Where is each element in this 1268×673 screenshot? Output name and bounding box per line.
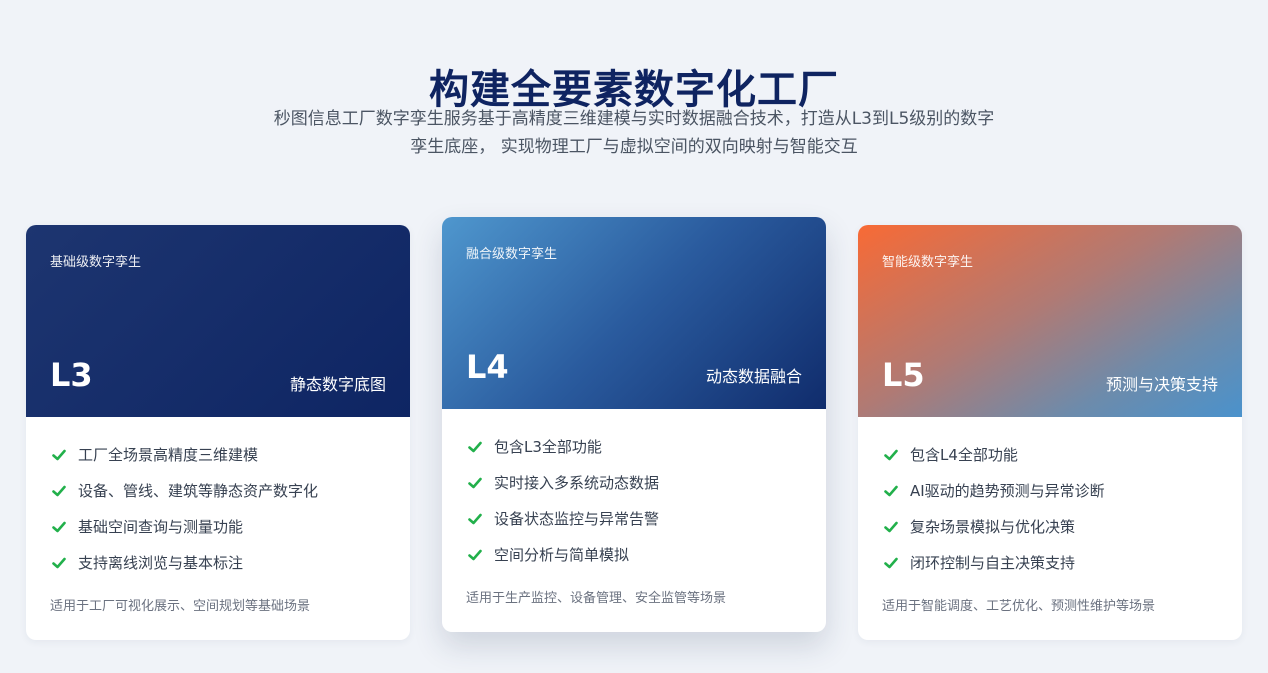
feature-item: 基础空间查询与测量功能	[50, 509, 386, 545]
feature-text: AI驱动的趋势预测与异常诊断	[910, 482, 1105, 500]
check-icon	[884, 449, 898, 461]
card-title: 动态数据融合	[705, 367, 802, 386]
card-scenario-note: 适用于智能调度、工艺优化、预测性维护等场景	[882, 599, 1156, 614]
card-l4[interactable]: 融合级数字孪生 L4 动态数据融合 包含L3全部功能 实时接入多系统动态数据 设…	[442, 217, 826, 632]
check-icon	[468, 477, 482, 489]
feature-item: 工厂全场景高精度三维建模	[50, 437, 386, 473]
feature-text: 包含L3全部功能	[494, 438, 602, 456]
feature-item: 复杂场景模拟与优化决策	[882, 509, 1218, 545]
feature-list: 工厂全场景高精度三维建模 设备、管线、建筑等静态资产数字化 基础空间查询与测量功…	[26, 417, 410, 581]
feature-text: 空间分析与简单模拟	[494, 546, 630, 564]
check-icon	[52, 449, 66, 461]
feature-text: 实时接入多系统动态数据	[494, 474, 660, 492]
card-tier-label: 智能级数字孪生	[882, 255, 974, 270]
feature-item: 设备、管线、建筑等静态资产数字化	[50, 473, 386, 509]
card-scenario-note: 适用于工厂可视化展示、空间规划等基础场景	[50, 599, 311, 614]
feature-item: 包含L3全部功能	[466, 429, 802, 465]
feature-item: 实时接入多系统动态数据	[466, 465, 802, 501]
check-icon	[884, 521, 898, 533]
check-icon	[884, 485, 898, 497]
check-icon	[468, 513, 482, 525]
feature-item: 支持离线浏览与基本标注	[50, 545, 386, 581]
card-tier-label: 基础级数字孪生	[50, 255, 142, 270]
card-tier-label: 融合级数字孪生	[466, 247, 558, 262]
check-icon	[468, 549, 482, 561]
check-icon	[884, 557, 898, 569]
card-level: L3	[50, 356, 93, 394]
check-icon	[468, 441, 482, 453]
subtitle-line-2: 孪生底座， 实现物理工厂与虚拟空间的双向映射与智能交互	[410, 137, 858, 157]
card-title: 预测与决策支持	[1105, 375, 1218, 394]
feature-text: 设备、管线、建筑等静态资产数字化	[78, 482, 319, 500]
card-title: 静态数字底图	[289, 375, 386, 394]
card-l3[interactable]: 基础级数字孪生 L3 静态数字底图 工厂全场景高精度三维建模 设备、管线、建筑等…	[26, 225, 410, 640]
card-scenario-note: 适用于生产监控、设备管理、安全监管等场景	[466, 591, 727, 606]
feature-item: 闭环控制与自主决策支持	[882, 545, 1218, 581]
page-subtitle: 秒图信息工厂数字孪生服务基于高精度三维建模与实时数据融合技术，打造从L3到L5级…	[234, 105, 1034, 161]
feature-list: 包含L4全部功能 AI驱动的趋势预测与异常诊断 复杂场景模拟与优化决策 闭环控制…	[858, 417, 1242, 581]
feature-item: 空间分析与简单模拟	[466, 537, 802, 573]
check-icon	[52, 485, 66, 497]
feature-text: 闭环控制与自主决策支持	[910, 554, 1076, 572]
feature-text: 包含L4全部功能	[910, 446, 1018, 464]
card-level: L4	[466, 348, 509, 386]
card-level: L5	[882, 356, 925, 394]
feature-text: 工厂全场景高精度三维建模	[78, 446, 259, 464]
feature-item: AI驱动的趋势预测与异常诊断	[882, 473, 1218, 509]
feature-text: 基础空间查询与测量功能	[78, 518, 244, 536]
subtitle-line-1: 秒图信息工厂数字孪生服务基于高精度三维建模与实时数据融合技术，打造从L3到L5级…	[273, 109, 995, 129]
card-l3-header: 基础级数字孪生 L3 静态数字底图	[26, 225, 410, 417]
feature-item: 包含L4全部功能	[882, 437, 1218, 473]
card-l5[interactable]: 智能级数字孪生 L5 预测与决策支持 包含L4全部功能 AI驱动的趋势预测与异常…	[858, 225, 1242, 640]
feature-text: 支持离线浏览与基本标注	[78, 554, 244, 572]
check-icon	[52, 521, 66, 533]
check-icon	[52, 557, 66, 569]
card-l4-header: 融合级数字孪生 L4 动态数据融合	[442, 217, 826, 409]
feature-text: 复杂场景模拟与优化决策	[910, 518, 1076, 536]
feature-text: 设备状态监控与异常告警	[494, 510, 660, 528]
feature-item: 设备状态监控与异常告警	[466, 501, 802, 537]
card-l5-header: 智能级数字孪生 L5 预测与决策支持	[858, 225, 1242, 417]
feature-list: 包含L3全部功能 实时接入多系统动态数据 设备状态监控与异常告警 空间分析与简单…	[442, 409, 826, 573]
